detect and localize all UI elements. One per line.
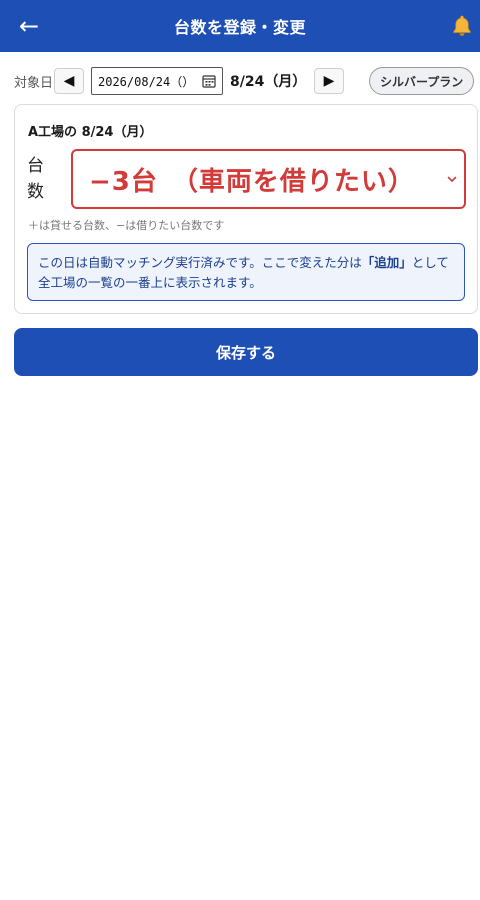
- factory-count-card: A工場の 8/24（月） 台数 −3台 （車両を借りたい） ＋は貸せる台数、−は…: [14, 104, 478, 314]
- prev-day-button[interactable]: ◀: [54, 68, 84, 94]
- date-input-value: 2026/08/24（）: [98, 74, 195, 89]
- date-input[interactable]: 2026/08/24（）: [91, 67, 223, 95]
- notice-text-prefix: この日は自動マッチング実行済みです。ここで変えた分は: [38, 255, 362, 270]
- app-header: ← 台数を登録・変更: [0, 0, 480, 52]
- count-select[interactable]: −3台 （車両を借りたい）: [71, 149, 466, 209]
- page-title: 台数を登録・変更: [173, 18, 306, 37]
- count-selected-value: −3台 （車両を借りたい）: [89, 166, 415, 197]
- card-title: A工場の 8/24（月）: [28, 125, 153, 140]
- auto-match-notice: この日は自動マッチング実行済みです。ここで変えた分は「追加」として全工場の一覧の…: [27, 243, 465, 301]
- date-selector-row: 対象日 ◀ 2026/08/24（） 8/24（月） ▶ シルバープラン: [14, 66, 480, 96]
- count-hint: ＋は貸せる台数、−は借りたい台数です: [28, 219, 225, 232]
- notice-emphasis: 「追加」: [361, 255, 412, 270]
- chevron-down-icon: [447, 176, 457, 182]
- next-day-button[interactable]: ▶: [314, 68, 344, 94]
- date-label: 対象日: [14, 75, 54, 91]
- plan-badge[interactable]: シルバープラン: [369, 67, 475, 95]
- selected-date-display: 8/24（月）: [230, 74, 307, 90]
- calendar-icon[interactable]: [202, 74, 216, 88]
- count-label: 台数: [27, 156, 44, 202]
- save-button[interactable]: 保存する: [14, 328, 478, 376]
- back-button[interactable]: ←: [14, 10, 44, 42]
- bell-icon[interactable]: [450, 14, 474, 38]
